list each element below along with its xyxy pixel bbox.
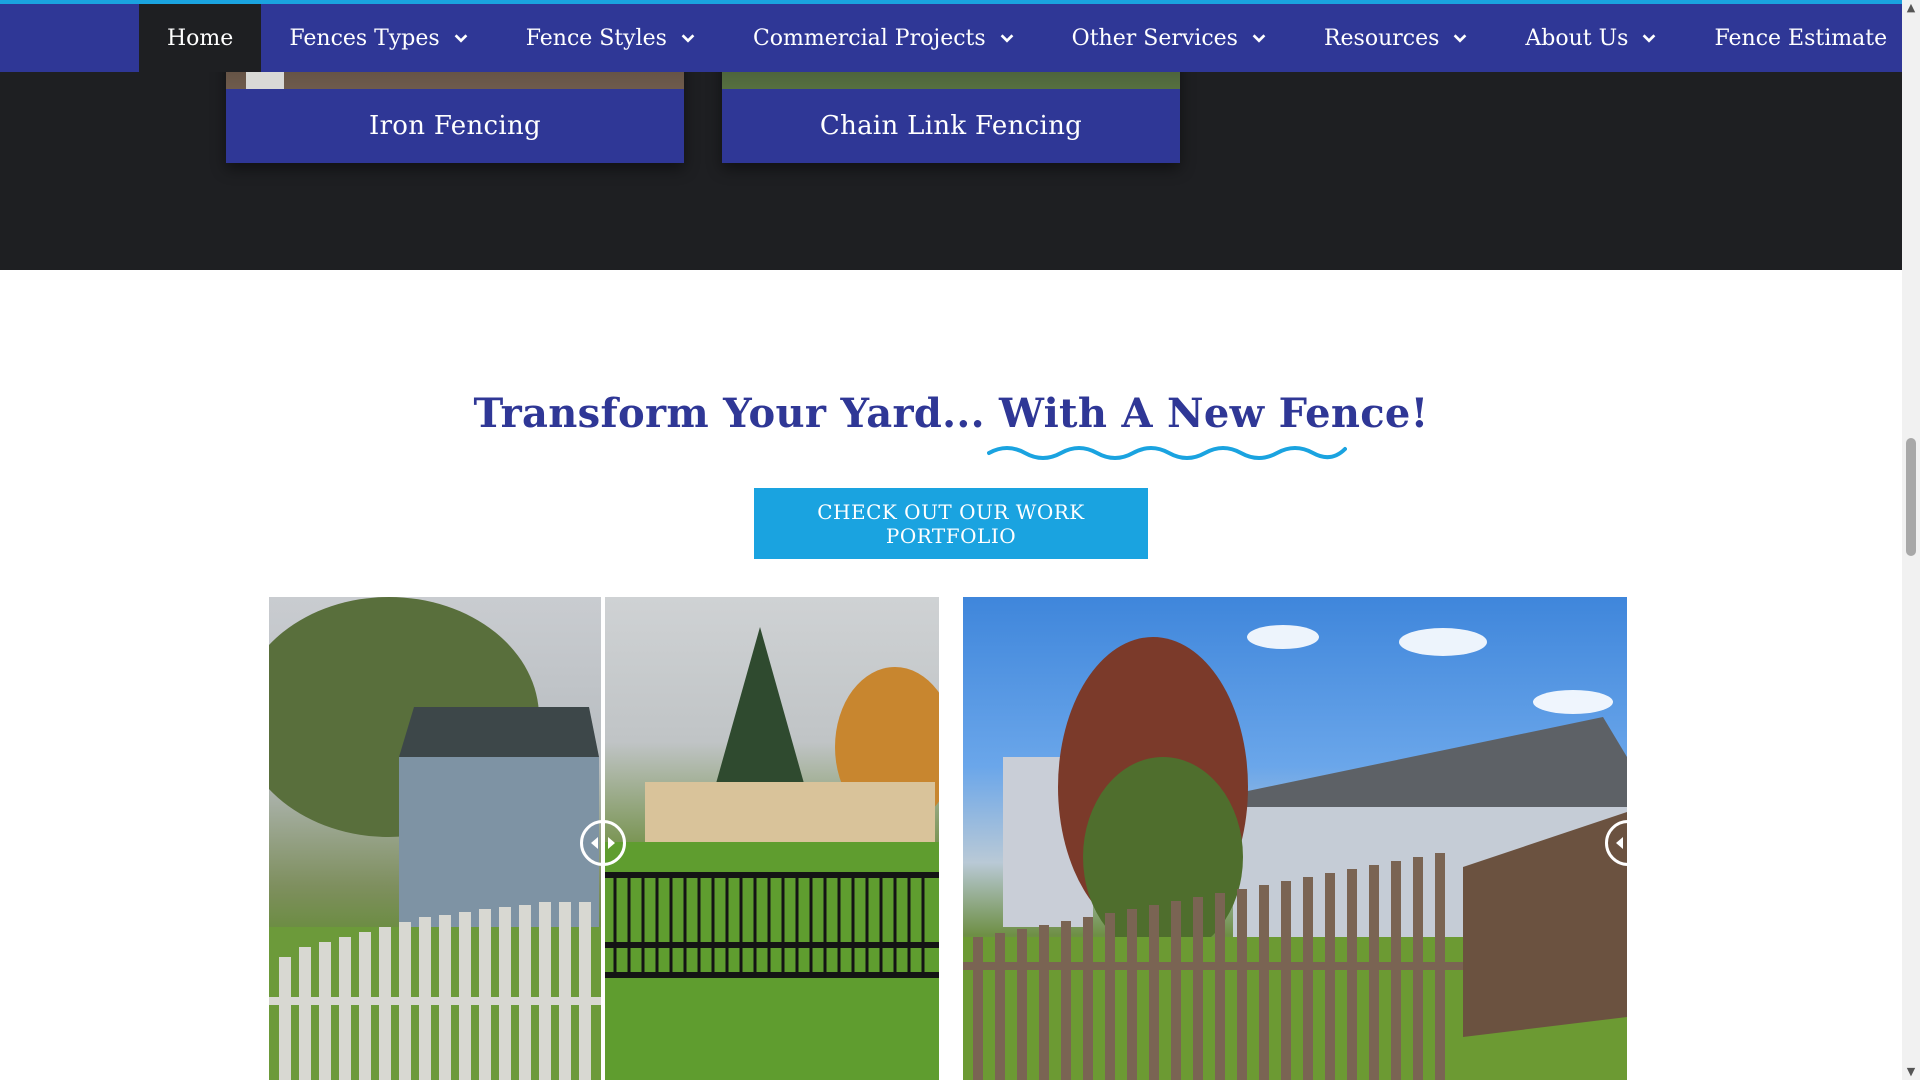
before-scene-illustration (269, 597, 601, 1080)
page-scrollbar[interactable]: ▲ ▼ (1902, 0, 1920, 1080)
after-image (605, 597, 939, 1080)
nav-item-resources[interactable]: Resources (1296, 4, 1497, 72)
chevron-down-icon (1643, 34, 1656, 43)
section-headline: Transform Your Yard... With A New Fence! (0, 390, 1902, 460)
chevron-down-icon (1454, 34, 1467, 43)
nav-item-other-services[interactable]: Other Services (1044, 4, 1296, 72)
nav-label: Fence Styles (525, 25, 667, 51)
before-image (269, 597, 601, 1080)
chevron-down-icon (1252, 34, 1266, 43)
nav-item-about-us[interactable]: About Us (1497, 4, 1686, 72)
before-image (963, 597, 1627, 1080)
nav-label: Commercial Projects (752, 25, 986, 51)
nav-item-commercial-projects[interactable]: Commercial Projects (725, 4, 1044, 72)
headline-emphasis: With A New Fence! (987, 390, 1429, 460)
nav-label: Resources (1323, 25, 1440, 51)
chevron-down-icon (454, 34, 468, 43)
nav-label: Fence Estimate (1714, 25, 1888, 51)
scroll-down-icon[interactable]: ▼ (1905, 1066, 1917, 1078)
nav-item-home[interactable]: Home (139, 4, 262, 72)
nav-label: Home (167, 25, 234, 51)
card-label: Iron Fencing (226, 89, 684, 163)
headline-part1: Transform Your Yard... (473, 390, 985, 437)
chevron-down-icon (681, 34, 695, 43)
scroll-up-icon[interactable]: ▲ (1905, 2, 1917, 14)
scroll-thumb[interactable] (1906, 438, 1916, 556)
before-after-slider-1[interactable] (269, 597, 939, 1080)
headline-part2: With A New Fence! (999, 390, 1429, 437)
work-portfolio-button[interactable]: CHECK OUT OUR WORK PORTFOLIO (754, 488, 1148, 559)
nav-label: Fences Types (289, 25, 440, 51)
nav-item-fences-types[interactable]: Fences Types (261, 4, 497, 72)
nav-item-fence-styles[interactable]: Fence Styles (498, 4, 725, 72)
nav-label: About Us (1525, 25, 1629, 51)
card-label: Chain Link Fencing (722, 89, 1180, 163)
before-scene-illustration (963, 625, 1627, 1080)
chevron-down-icon (1000, 34, 1014, 43)
before-after-slider-2[interactable] (963, 597, 1633, 1080)
after-scene-illustration (605, 627, 939, 1080)
nav-label: Other Services (1071, 25, 1238, 51)
squiggle-underline-decoration (987, 446, 1348, 460)
nav-menu: Home Fences Types Fence Styles Commercia… (139, 4, 1915, 72)
main-navbar: Home Fences Types Fence Styles Commercia… (0, 0, 1902, 72)
compare-arrows-icon[interactable] (580, 820, 626, 866)
nav-item-fence-estimate[interactable]: Fence Estimate (1686, 4, 1915, 72)
